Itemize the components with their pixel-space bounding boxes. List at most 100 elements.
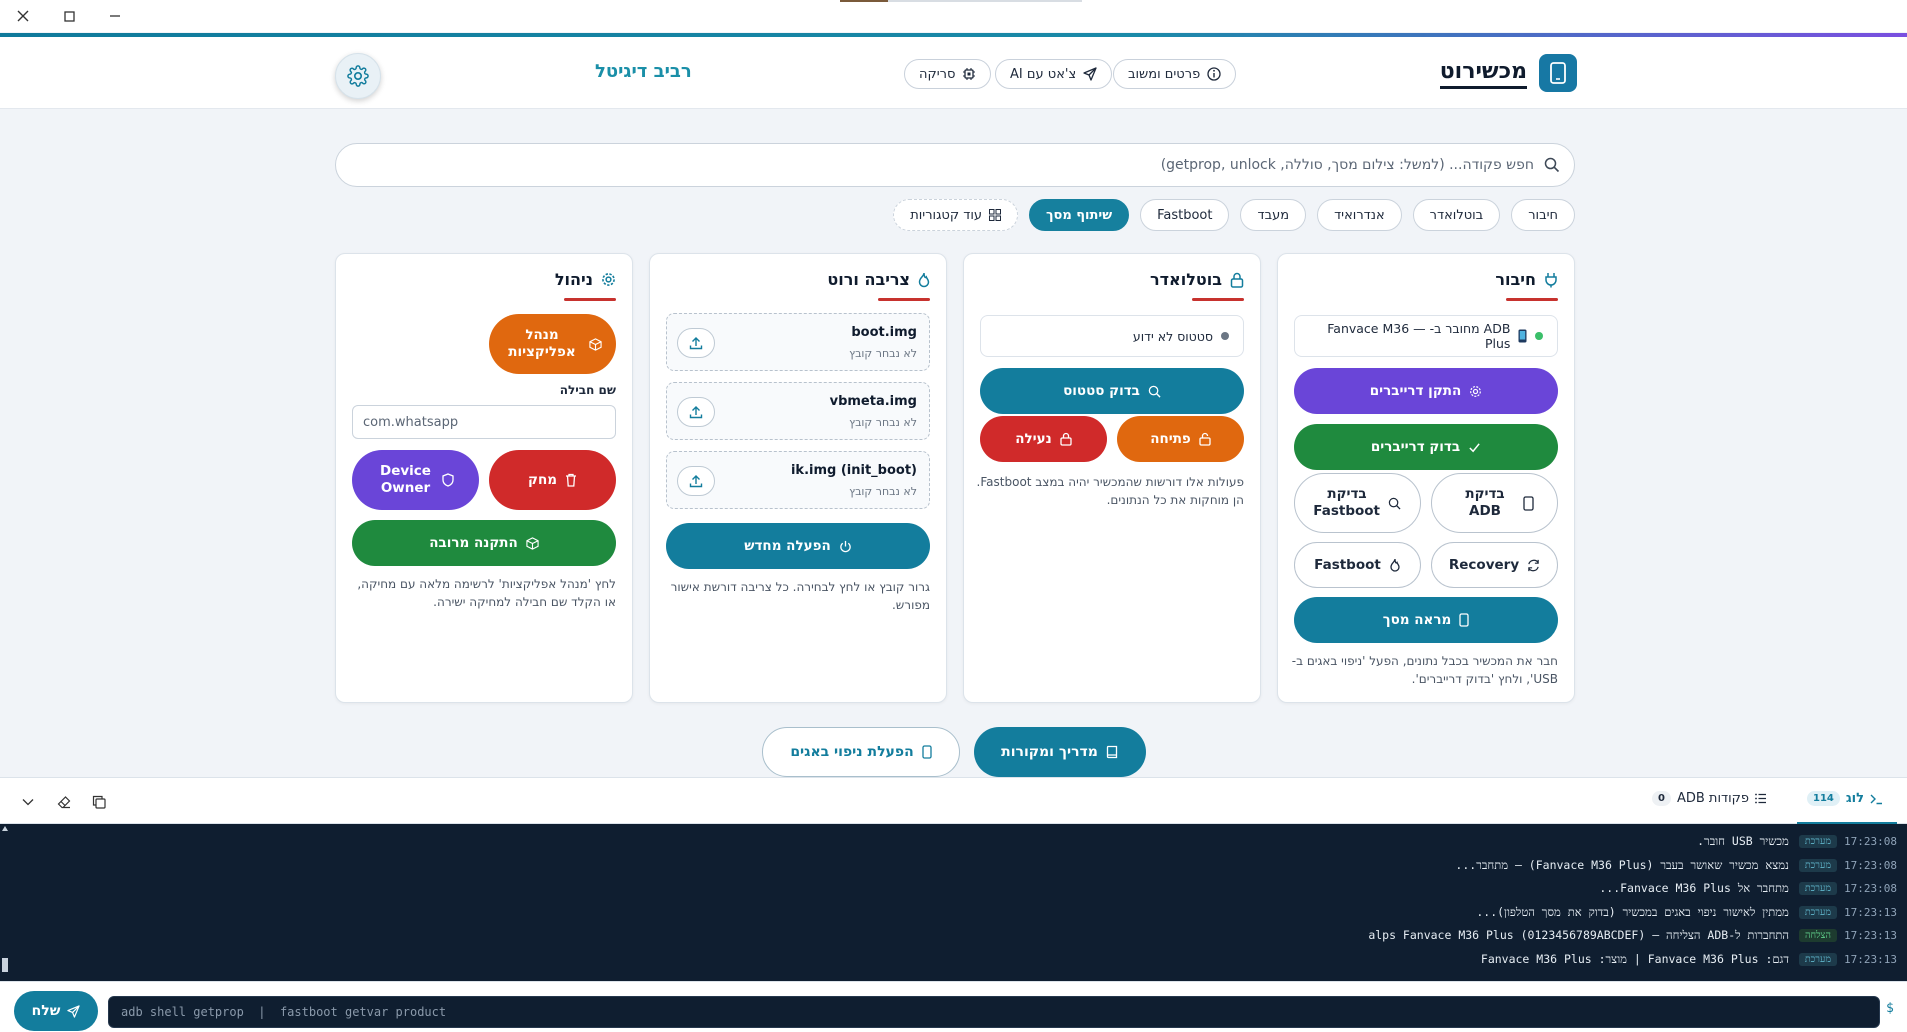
file-drop-boot[interactable]: boot.img לא נבחר קובץ: [666, 313, 930, 371]
settings-button[interactable]: [335, 53, 381, 99]
refresh-icon: [1527, 559, 1540, 572]
delete-package-button[interactable]: מחק: [489, 450, 616, 510]
send-white-icon: [67, 1004, 81, 1018]
card-title: חיבור: [1495, 270, 1536, 289]
file-status: לא נבחר קובץ: [849, 416, 917, 429]
guide-sources-button[interactable]: מדריך ומקורות: [974, 727, 1146, 777]
copy-log-button[interactable]: [89, 792, 109, 812]
category-tab-connection[interactable]: חיבור: [1511, 199, 1575, 231]
screen-mirror-button[interactable]: מראה מסך: [1294, 597, 1558, 643]
prompt-symbol: $: [1886, 1001, 1894, 1016]
scan-button[interactable]: סריקה: [904, 59, 992, 89]
card-underline: [1506, 298, 1558, 301]
check-fastboot-button[interactable]: בדיקת Fastboot: [1294, 473, 1421, 533]
connection-status-text: ADB מחובר ב- — Fanvace M36 Plus: [1327, 321, 1511, 351]
search-small-icon: [1388, 497, 1401, 510]
category-tab-bootloader[interactable]: בוטלואדר: [1412, 199, 1501, 231]
minimize-window-icon[interactable]: [105, 6, 125, 26]
lock-button[interactable]: נעילה: [980, 416, 1107, 462]
close-window-icon[interactable]: [13, 6, 33, 26]
reboot-button[interactable]: הפעלה מחדש: [666, 523, 930, 569]
file-drop-vbmeta[interactable]: vbmeta.img לא נבחר קובץ: [666, 382, 930, 440]
status-dot: [1535, 332, 1543, 340]
check-fastboot-label: בדיקת Fastboot: [1313, 486, 1380, 519]
titlebar-tab-indicator: [888, 0, 1082, 2]
fastboot-button[interactable]: Fastboot: [1294, 542, 1421, 588]
search-white-icon: [1148, 385, 1161, 398]
upload-button[interactable]: [677, 397, 715, 427]
about-feedback-button[interactable]: פרטים ומשוב: [1113, 59, 1237, 89]
unlock-label: פתיחה: [1150, 430, 1191, 447]
phone-small-icon: [1518, 329, 1527, 343]
search-input[interactable]: [350, 157, 1534, 173]
gear-icon: [347, 65, 369, 87]
category-tab-screen-share[interactable]: שיתוף מסך: [1029, 199, 1130, 231]
management-note: לחץ 'מנהל אפליקציות' לרשימה מלאה עם מחיק…: [357, 577, 616, 609]
check-adb-button[interactable]: בדיקת ADB: [1431, 473, 1558, 533]
log-tag: מערכת: [1798, 834, 1837, 848]
file-drop-init-boot[interactable]: ik.img (init_boot) לא נבחר קובץ: [666, 451, 930, 509]
phone-teal-icon: [922, 745, 932, 759]
upload-button[interactable]: [677, 328, 715, 358]
package-icon: [589, 337, 602, 351]
flame-icon: [1389, 558, 1401, 572]
card-title: ניהול: [554, 270, 593, 289]
fastboot-label: Fastboot: [1314, 556, 1381, 573]
check-adb-label: בדיקת ADB: [1465, 486, 1505, 519]
command-input[interactable]: [108, 996, 1880, 1028]
check-drivers-button[interactable]: בדוק דרייברים: [1294, 424, 1558, 470]
ai-chat-button[interactable]: צ'אט עם AI: [995, 59, 1113, 89]
device-owner-button[interactable]: Device Owner: [352, 450, 479, 510]
info-icon: [1207, 67, 1221, 81]
category-tab-cpu[interactable]: מעבד: [1240, 199, 1307, 231]
log-time: 17:23:08: [1844, 881, 1897, 895]
log-tag: מערכת: [1798, 858, 1837, 872]
unlock-button[interactable]: פתיחה: [1117, 416, 1244, 462]
phone-white-icon: [1459, 613, 1469, 627]
bootloader-card: בוטלואדר סטטוס לא ידוע בדוק סטטוס פתיחה …: [963, 253, 1261, 703]
package-name-input[interactable]: [352, 405, 616, 439]
log-text: התחברות ל-ADB הצליחה — alps Fanvace M36 …: [1368, 928, 1790, 942]
app-manager-button[interactable]: מנהל אפליקציות: [489, 314, 616, 374]
lock-white-icon: [1060, 432, 1072, 446]
upload-button[interactable]: [677, 466, 715, 496]
plug-icon: [1544, 272, 1558, 288]
category-tab-fastboot[interactable]: Fastboot: [1140, 199, 1230, 231]
log-time: 17:23:13: [1844, 928, 1897, 942]
log-text: ממתין לאישור ניפוי באגים במכשיר (בדוק את…: [1476, 905, 1789, 919]
card-header: חיבור: [1495, 270, 1558, 289]
category-tab-android[interactable]: אנדרואיד: [1317, 199, 1402, 231]
maximize-window-icon[interactable]: [59, 6, 79, 26]
send-command-button[interactable]: שלח: [14, 991, 98, 1031]
tab-adb-commands[interactable]: פקודות ADB 0: [1652, 791, 1767, 806]
log-row: 17:23:08 מערכת מתחבר אל Fanvace M36 Plus…: [1599, 878, 1897, 898]
check-drivers-label: בדוק דרייברים: [1370, 438, 1461, 455]
check-status-button[interactable]: בדוק סטטוס: [980, 368, 1244, 414]
collapse-log-button[interactable]: [18, 792, 38, 812]
tab-log[interactable]: לוג 114: [1806, 791, 1883, 806]
enable-debugging-button[interactable]: הפעלת ניפוי באגים: [762, 727, 960, 777]
recovery-button[interactable]: Recovery: [1431, 542, 1558, 588]
power-icon: [839, 540, 852, 553]
scroll-up-arrow[interactable]: [2, 826, 8, 831]
send-icon: [1083, 67, 1097, 81]
log-scrollbar-thumb[interactable]: [2, 958, 8, 972]
phone-icon: [1539, 54, 1577, 92]
log-output[interactable]: 17:23:08 מערכת מכשיר USB חובר. 17:23:08 …: [0, 824, 1907, 981]
list-icon: [1755, 793, 1767, 804]
check-icon: [1468, 441, 1481, 454]
card-header: ניהול: [555, 270, 616, 289]
more-categories-button[interactable]: עוד קטגוריות: [893, 199, 1018, 231]
scan-label: סריקה: [919, 66, 956, 82]
file-name: ik.img (init_boot): [790, 463, 917, 478]
clear-log-button[interactable]: [54, 792, 74, 812]
send-label: שלח: [31, 1003, 61, 1019]
bootloader-note: פעולות אלו דורשות שהמכשיר יהיה במצב Fast…: [976, 475, 1244, 507]
guide-sources-label: מדריך ומקורות: [1001, 744, 1098, 760]
screen-mirror-label: מראה מסך: [1382, 611, 1452, 628]
check-status-label: בדוק סטטוס: [1063, 382, 1140, 399]
upload-icon: [689, 405, 703, 419]
log-row: 17:23:08 מערכת נמצא מכשיר שאושר בעבר (Fa…: [1455, 855, 1897, 875]
bulk-install-button[interactable]: התקנה מרובה: [352, 520, 616, 566]
install-drivers-button[interactable]: התקן דרייברים: [1294, 368, 1558, 414]
